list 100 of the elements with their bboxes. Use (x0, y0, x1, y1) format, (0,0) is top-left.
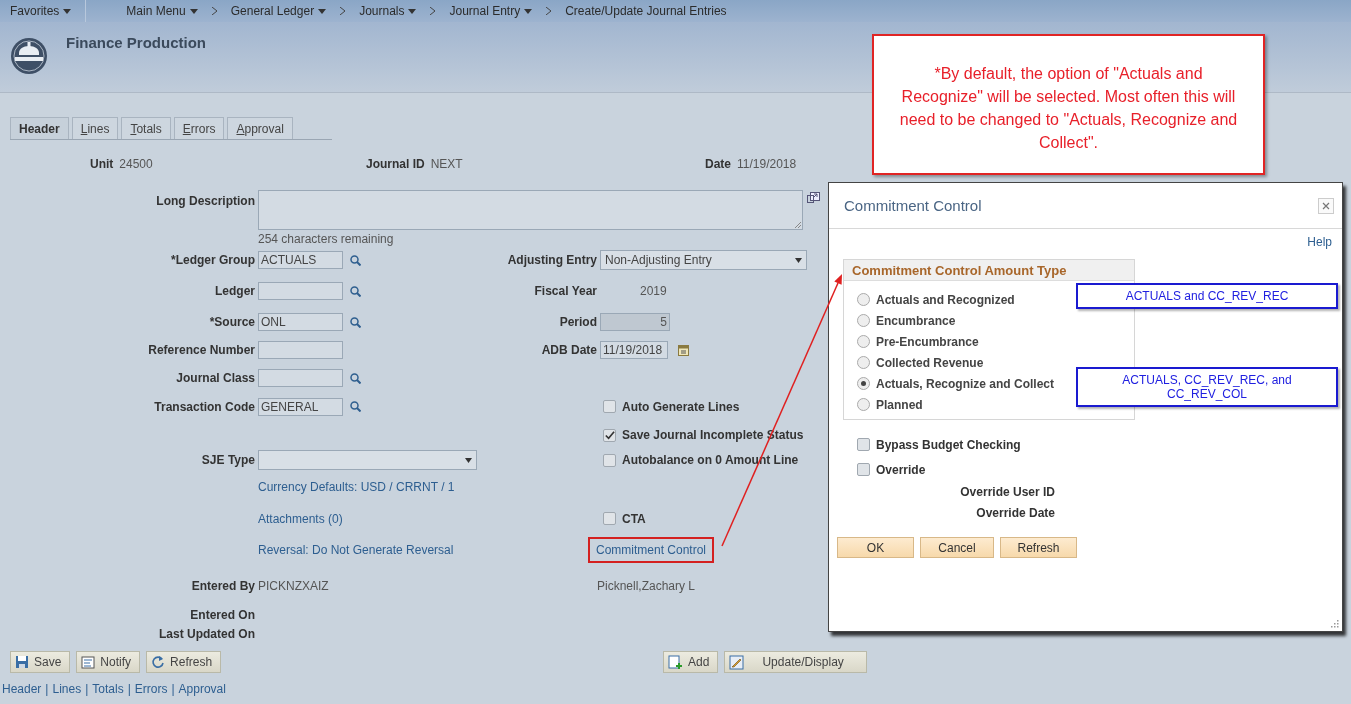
refresh-icon (151, 655, 166, 669)
favorites-menu[interactable]: Favorites (10, 4, 72, 18)
dialog-title: Commitment Control (844, 197, 982, 214)
radio-label: Pre-Encumbrance (876, 334, 979, 349)
search-icon[interactable] (350, 254, 361, 266)
radio-button[interactable] (857, 314, 870, 327)
breadcrumb[interactable]: Journals (359, 4, 417, 18)
expand-icon[interactable] (807, 192, 820, 203)
text-field[interactable]: ACTUALS (258, 251, 343, 269)
caret-icon (465, 457, 472, 463)
tab[interactable]: Lines (71, 117, 119, 139)
checkbox[interactable] (603, 453, 616, 467)
field-label: Long Description (156, 194, 255, 208)
toolbar-button[interactable]: Update/Display (724, 651, 867, 673)
annotation-note: ACTUALS and CC_REV_REC (1076, 283, 1338, 309)
search-icon[interactable] (350, 372, 361, 384)
checkbox-label: Auto Generate Lines (622, 399, 740, 414)
chevron-icon (430, 7, 436, 15)
radio-button[interactable] (857, 335, 870, 348)
link[interactable]: Commitment Control (596, 543, 707, 557)
breadcrumb[interactable]: General Ledger (230, 4, 327, 18)
help-link[interactable]: Help (1307, 235, 1332, 249)
tab[interactable]: Approval (227, 117, 293, 139)
text-field[interactable] (258, 369, 343, 387)
group-title: Commitment Control Amount Type (852, 262, 1067, 278)
field-label: Unit (90, 157, 114, 171)
checkbox[interactable] (857, 463, 870, 476)
checkbox[interactable] (603, 512, 616, 525)
field-label: ADB Date (541, 343, 597, 357)
separator-text: | (85, 682, 89, 696)
dropdown[interactable] (258, 450, 477, 470)
field-value: 24500 (119, 157, 153, 171)
field-label: Last Updated On (159, 627, 255, 641)
dome-seal-icon (10, 36, 48, 76)
checkbox[interactable] (857, 438, 870, 451)
calendar-icon[interactable] (678, 344, 689, 356)
checkbox-label: Bypass Budget Checking (876, 437, 1021, 452)
checkbox-label: Override (876, 462, 926, 477)
field-label: *Ledger Group (171, 253, 255, 267)
link[interactable]: Approval (178, 682, 226, 696)
dropdown[interactable]: Non-Adjusting Entry (600, 250, 807, 270)
toolbar-button[interactable]: Save (10, 651, 71, 673)
close-icon (1322, 201, 1330, 210)
breadcrumb[interactable]: Journal Entry (449, 4, 533, 18)
radio-button[interactable] (857, 293, 870, 306)
dialog-button[interactable]: Cancel (920, 537, 994, 558)
field-label: Journal ID (366, 157, 425, 171)
link[interactable]: Attachments (0) (258, 511, 343, 526)
link[interactable]: Totals (92, 682, 124, 696)
caret-icon (63, 8, 72, 14)
chevron-icon (211, 7, 217, 15)
resize-grip-icon[interactable] (795, 222, 801, 228)
dialog-button[interactable]: OK (837, 537, 914, 558)
field-value: PICKNZXAIZ (258, 579, 329, 593)
checkbox[interactable] (603, 428, 616, 442)
field-value: 11/19/2018 (737, 157, 797, 171)
field-value: 2019 (639, 284, 667, 298)
separator-text: | (127, 682, 131, 696)
field-label: SJE Type (201, 453, 255, 467)
field-label: Transaction Code (154, 399, 255, 414)
toolbar-button[interactable]: Refresh (146, 651, 222, 673)
field-label: Entered By (191, 579, 255, 593)
search-icon[interactable] (350, 285, 361, 297)
caret-icon (524, 8, 533, 14)
caret-icon (408, 8, 417, 14)
breadcrumb[interactable]: Create/Update Journal Entries (565, 4, 727, 18)
annotation-note: ACTUALS, CC_REV_REC, and CC_REV_COL (1076, 367, 1338, 407)
resize-grip-icon[interactable] (1331, 620, 1339, 628)
radio-button[interactable] (857, 398, 870, 411)
date-field[interactable]: 11/19/2018 (600, 341, 668, 359)
radio-label: Planned (876, 397, 923, 412)
text-field[interactable]: ONL (258, 313, 343, 331)
toolbar-button[interactable]: Add (663, 651, 719, 673)
link[interactable]: Lines (52, 682, 82, 696)
radio-button[interactable] (857, 356, 870, 369)
tab[interactable]: Totals (121, 117, 171, 139)
text-field[interactable] (258, 282, 343, 300)
search-icon[interactable] (350, 316, 361, 328)
link[interactable]: Errors (134, 682, 168, 696)
breadcrumb[interactable]: Main Menu (126, 4, 198, 18)
field-label: Adjusting Entry (507, 253, 597, 267)
search-icon[interactable] (350, 401, 361, 412)
app-title: Finance Production (66, 34, 206, 53)
text-field[interactable]: GENERAL (258, 397, 343, 416)
radio-button[interactable] (857, 377, 870, 390)
caret-icon (795, 257, 802, 263)
tab[interactable]: Errors (173, 117, 225, 139)
link[interactable]: Currency Defaults: USD / CRRNT / 1 (258, 480, 455, 494)
toolbar-button[interactable]: Notify (76, 651, 141, 673)
text-field[interactable] (258, 341, 343, 359)
field-label: Journal Class (176, 371, 255, 385)
chevron-icon (546, 7, 552, 15)
tab[interactable]: Header (10, 117, 69, 139)
close-button[interactable] (1318, 197, 1334, 214)
field-label: *Source (209, 315, 255, 329)
checkbox[interactable] (603, 400, 616, 413)
link[interactable]: Reversal: Do Not Generate Reversal (258, 543, 454, 557)
dialog-button[interactable]: Refresh (1000, 537, 1077, 558)
link[interactable]: Header (2, 682, 42, 696)
field-label: Ledger (215, 284, 255, 298)
